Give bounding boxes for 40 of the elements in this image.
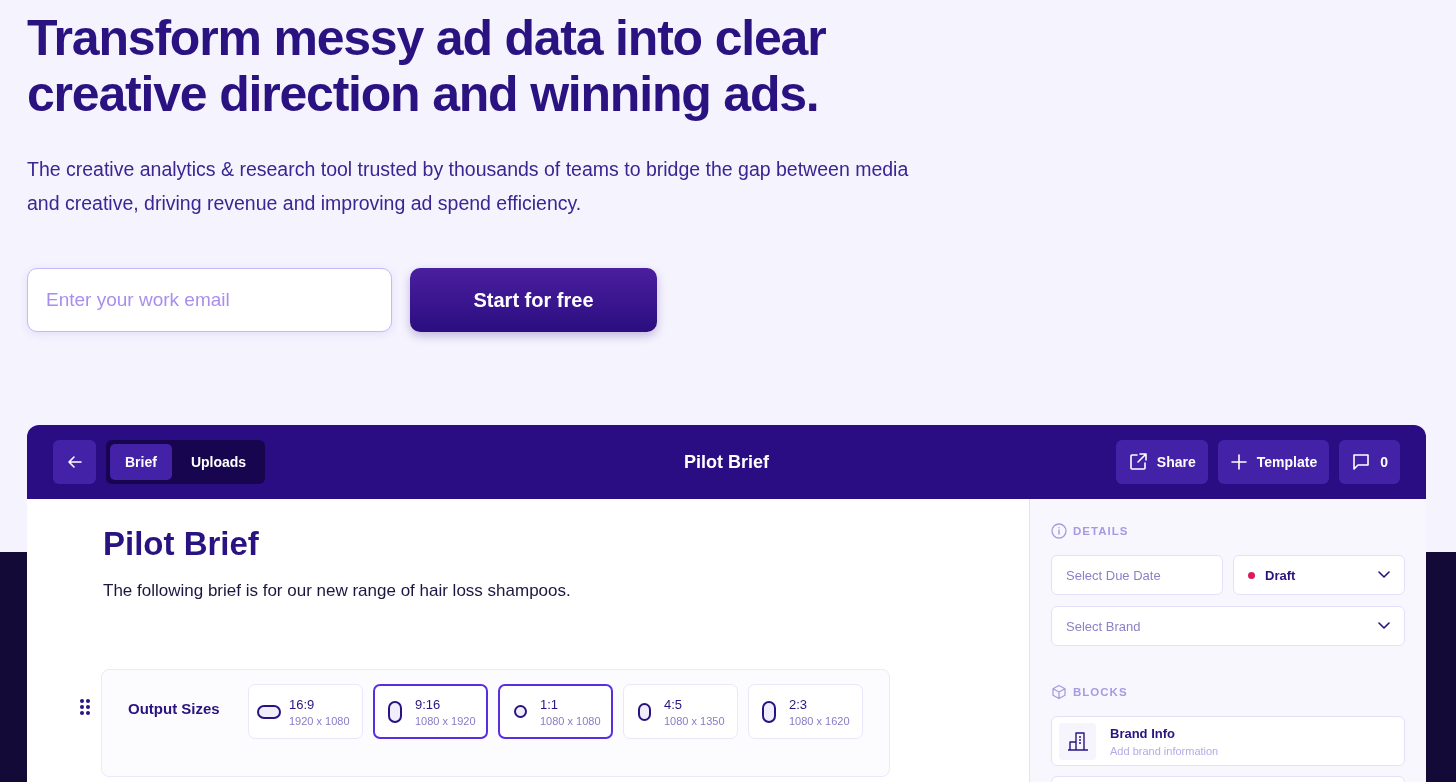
block-item[interactable]: Brand Info Add brand information <box>1051 716 1405 766</box>
aspect-shape-icon <box>637 702 651 721</box>
chevron-down-icon <box>1378 622 1390 630</box>
output-sizes-label: Output Sizes <box>128 700 221 719</box>
hero-subheading: The creative analytics & research tool trusted by thousands of teams to bridge the gap between media and creative, driving revenue and improving ad spend efficiency. <box>27 157 910 216</box>
template-button[interactable]: Template <box>1217 440 1330 484</box>
share-icon <box>1127 452 1148 472</box>
aspect-shape-icon <box>762 700 776 723</box>
tab[interactable]: Brief <box>110 444 172 480</box>
header-title: Pilot Brief <box>684 451 769 473</box>
chevron-down-icon <box>1378 571 1390 579</box>
back-button[interactable] <box>53 440 96 484</box>
size-option[interactable]: 1:1 1080 x 1080 <box>498 684 613 739</box>
comments-button[interactable]: 0 <box>1339 440 1400 484</box>
email-field[interactable]: Enter your work email <box>27 268 392 332</box>
tab[interactable]: Uploads <box>175 444 262 480</box>
aspect-shape-icon <box>388 700 402 723</box>
brand-dropdown[interactable]: Select Brand <box>1051 606 1405 646</box>
details-heading: DETAILS <box>1073 525 1129 537</box>
back-arrow-icon <box>66 454 83 470</box>
brief-description: The following brief is for our new range of hair loss shampoos. <box>103 581 572 601</box>
drag-handle-icon[interactable] <box>79 698 91 716</box>
status-dropdown[interactable]: Draft <box>1233 555 1405 595</box>
blocks-heading: BLOCKS <box>1073 686 1128 698</box>
aspect-shape-icon <box>513 705 527 718</box>
due-date-field[interactable]: Select Due Date <box>1051 555 1223 595</box>
size-option[interactable]: 9:16 1080 x 1920 <box>373 684 488 739</box>
plus-icon <box>1229 453 1248 471</box>
start-button[interactable]: Start for free <box>410 268 657 332</box>
size-option[interactable]: 2:3 1080 x 1620 <box>748 684 863 739</box>
hero-heading: Transform messy ad data into clear creative direction and winning ads. <box>27 10 827 122</box>
comment-icon <box>1351 452 1372 472</box>
brief-title: Pilot Brief <box>103 525 260 563</box>
building-icon <box>1066 731 1089 751</box>
cube-icon <box>1051 684 1067 700</box>
size-option[interactable]: 16:9 1920 x 1080 <box>248 684 363 739</box>
info-icon <box>1051 523 1067 539</box>
share-button[interactable]: Share <box>1115 440 1208 484</box>
size-option[interactable]: 4:5 1080 x 1350 <box>623 684 738 739</box>
aspect-shape-icon <box>257 704 281 719</box>
